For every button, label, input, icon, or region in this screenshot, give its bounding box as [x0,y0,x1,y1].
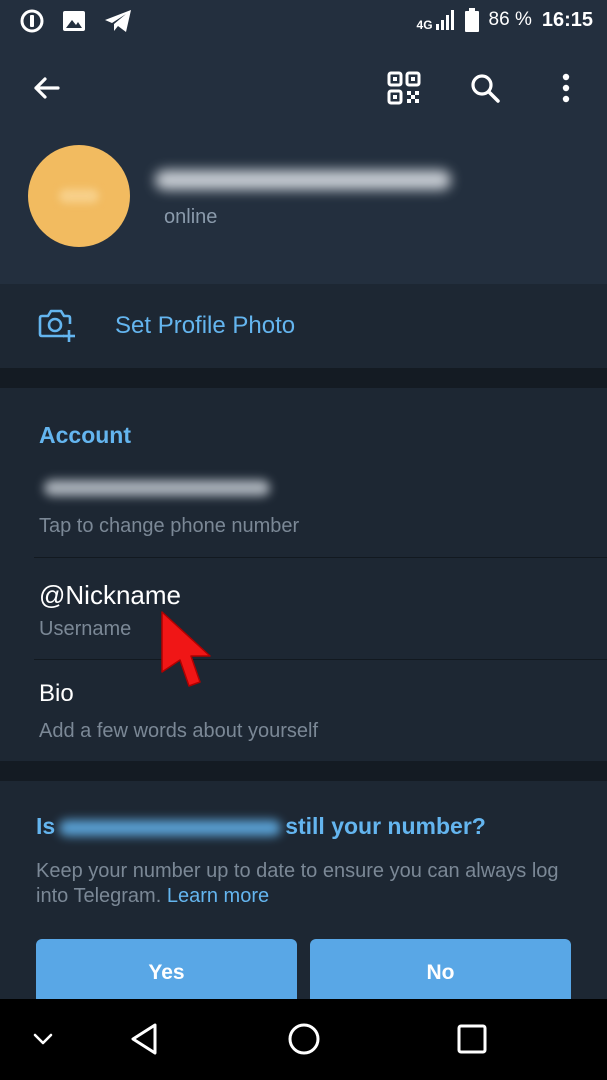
camera-add-icon [38,309,75,342]
vpn-icon [20,9,44,33]
username-row[interactable]: @Nickname Username [0,558,607,659]
nav-back-triangle-icon [131,1023,157,1055]
phone-row[interactable]: Tap to change phone number [0,458,607,557]
phone-hint: Tap to change phone number [39,515,300,537]
question-end: still your number? [285,813,486,839]
number-check-question: Is still your number? [36,813,486,840]
nav-home-button[interactable] [284,1021,324,1057]
clock: 16:15 [541,8,593,31]
app-bar [0,44,607,134]
learn-more-link[interactable]: Learn more [167,885,269,907]
status-bar: 4G 86 % 16:15 [0,0,607,44]
battery-percent: 86 % [488,9,532,30]
system-navigation-bar [0,999,607,1080]
network-type-label: 4G [416,18,433,32]
nav-recents-square-icon [457,1024,487,1054]
yes-button-label: Yes [148,961,185,984]
more-options-button[interactable] [548,70,584,106]
set-profile-photo-label: Set Profile Photo [115,312,296,339]
qr-code-icon [387,71,421,105]
qr-code-button[interactable] [386,70,422,106]
number-check-card: Is still your number? Keep your number up… [0,781,607,999]
telegram-notification-icon [105,10,131,32]
gallery-icon [63,11,85,31]
profile-status: online [164,206,218,228]
description-text: Keep your number up to date to ensure yo… [36,860,559,907]
nav-recents-button[interactable] [452,1021,492,1057]
nav-home-circle-icon [288,1023,320,1055]
phone-number-redacted [44,480,270,496]
username-value: @Nickname [39,580,181,610]
battery-icon [464,8,479,32]
hide-keyboard-button[interactable] [28,1021,58,1057]
annotation-arrow-icon [161,611,211,687]
account-section: Account Tap to change phone number @Nick… [0,388,607,761]
section-divider [0,761,607,781]
profile-header: online [0,134,607,284]
bio-row[interactable]: Bio Add a few words about yourself [0,660,607,761]
profile-name-redacted [155,170,451,190]
bio-title: Bio [39,680,74,707]
back-button[interactable] [28,70,64,106]
no-button-label: No [426,961,455,984]
signal-icon [435,10,454,30]
search-button[interactable] [467,70,503,106]
section-divider [0,368,607,388]
avatar[interactable] [28,145,130,247]
status-left-icons [20,9,132,33]
nav-back-button[interactable] [124,1021,164,1057]
avatar-initials-redacted [59,189,99,203]
number-check-description: Keep your number up to date to ensure yo… [36,859,581,909]
phone-number-redacted [59,819,282,836]
yes-button[interactable]: Yes [36,939,297,999]
set-profile-photo-row[interactable]: Set Profile Photo [0,284,607,368]
search-icon [471,74,500,103]
more-vertical-icon [562,73,570,103]
status-right-icons: 4G 86 % 16:15 [417,8,593,32]
chevron-down-icon [33,1033,53,1045]
no-button[interactable]: No [310,939,571,999]
username-label: Username [39,618,132,640]
bio-hint: Add a few words about yourself [39,720,319,742]
question-start: Is [36,813,56,839]
back-arrow-icon [34,77,60,99]
account-section-title: Account [39,422,131,448]
